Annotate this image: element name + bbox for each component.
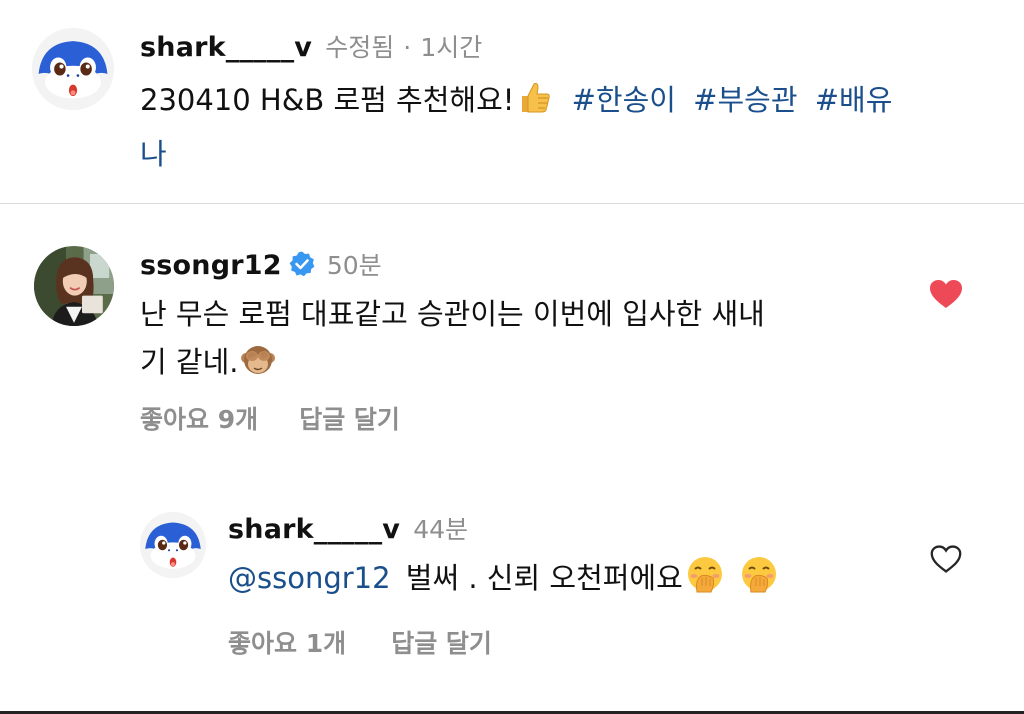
hashtag[interactable]: #배유 — [815, 83, 893, 117]
avatar[interactable] — [140, 512, 206, 578]
edited-label: 수정됨 — [325, 33, 395, 62]
caption-divider — [0, 203, 1024, 204]
reply-likes-count[interactable]: 좋아요 1개 — [228, 629, 346, 658]
reply-text: @ssongr12 벌써 . 신뢰 오천퍼에요 — [228, 554, 908, 608]
heart-filled-icon — [930, 280, 962, 308]
reply-username[interactable]: shark_____v — [228, 514, 400, 545]
reply-button[interactable]: 답글 달기 — [299, 405, 400, 434]
user-photo-avatar — [34, 246, 114, 326]
heart-outline-icon — [930, 545, 962, 573]
caption-header: shark_____v 수정됨 · 1시간 — [140, 28, 482, 64]
see-no-evil-monkey-icon — [240, 342, 276, 392]
shark-avatar-icon — [140, 512, 206, 578]
thumbs-up-icon — [516, 80, 552, 130]
reply-actions: 좋아요 1개 답글 달기 — [228, 624, 492, 660]
shark-avatar-icon — [32, 28, 114, 110]
hashtag-wrap[interactable]: 나 — [140, 137, 167, 171]
hand-over-mouth-icon — [739, 554, 779, 608]
hashtag[interactable]: #한송이 — [572, 83, 676, 117]
reply-time: 44분 — [413, 515, 468, 544]
comment-line-2: 기 같네. — [140, 345, 239, 379]
mention-link[interactable]: @ssongr12 — [228, 561, 391, 595]
hashtag[interactable]: #부승관 — [693, 83, 797, 117]
hand-over-mouth-icon — [685, 554, 725, 608]
comment-text: 난 무슨 로펌 대표같고 승관이는 이번에 입사한 새내 기 같네. — [140, 290, 900, 392]
caption-body: 230410 H&B 로펌 추천해요! — [140, 83, 515, 117]
reply-body: 벌써 . 신뢰 오천퍼에요 — [405, 561, 683, 595]
avatar[interactable] — [32, 28, 114, 110]
caption-text: 230410 H&B 로펌 추천해요! #한송이 #부승관 #배유 나 — [140, 76, 1000, 178]
meta-dot: · — [403, 33, 412, 62]
comment-actions: 좋아요 9개 답글 달기 — [140, 400, 400, 436]
comment-likes-count[interactable]: 좋아요 9개 — [140, 405, 258, 434]
caption-time: 1시간 — [420, 33, 483, 62]
caption-username[interactable]: shark_____v — [140, 32, 312, 63]
comment-header: ssongr12 50분 — [140, 246, 382, 282]
reply-header: shark_____v 44분 — [228, 510, 468, 546]
avatar[interactable] — [34, 246, 114, 326]
like-button[interactable] — [928, 278, 964, 310]
verified-badge-icon — [288, 250, 316, 282]
comment-line-1: 난 무슨 로펌 대표같고 승관이는 이번에 입사한 새내 — [140, 297, 765, 331]
comment-time: 50분 — [326, 251, 382, 280]
reply-like-button[interactable] — [930, 544, 962, 574]
comment-username[interactable]: ssongr12 — [140, 250, 282, 281]
reply-reply-button[interactable]: 답글 달기 — [391, 629, 492, 658]
